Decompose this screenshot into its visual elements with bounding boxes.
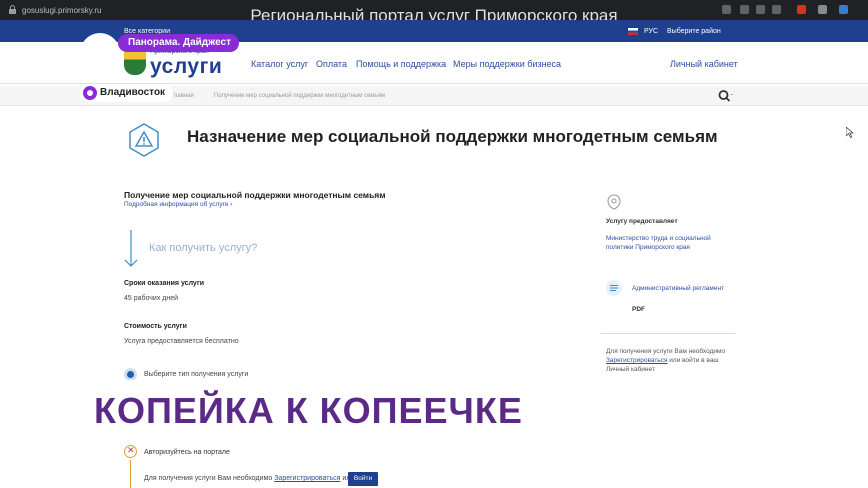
pdf-label[interactable]: PDF [632,306,645,313]
extension-icon[interactable] [722,5,731,14]
step-note: Для получения услуги Вам необходимо Заре… [144,475,354,482]
nav-business-support[interactable]: Меры поддержки бизнеса [453,59,561,69]
reglament-link[interactable]: Административный регламент [632,285,724,292]
sidebar-divider [601,333,735,334]
ministry-emblem-icon [607,194,621,210]
personal-cabinet-link[interactable]: Личный кабинет [670,59,738,69]
channel-logo [80,33,120,73]
extension-icon[interactable] [839,5,848,14]
reg-note-text: Для получения услуги Вам необходимо [606,348,726,355]
cost-label: Стоимость услуги [124,323,187,330]
provider-label: Услугу предоставляет [606,218,678,225]
service-details-link[interactable]: Подробная информация об услуге › [124,201,232,208]
mouse-cursor-icon [846,127,854,138]
extension-icon[interactable] [772,5,781,14]
provider-link[interactable]: Министерство труда и социальной политики… [606,234,726,252]
extension-icon[interactable] [797,5,806,14]
step-auth-label: Авторизуйтесь на портале [144,449,230,456]
extension-icon[interactable] [756,5,765,14]
arrow-down-icon [124,230,138,267]
city-badge: Владивосток [80,84,174,102]
site-logo[interactable]: услуги [150,55,222,79]
language-select[interactable]: РУС [644,28,658,35]
how-to-get-heading: Как получить услугу? [149,242,258,254]
document-icon [606,280,622,296]
service-name: Получение мер социальной поддержки много… [124,190,386,200]
login-button[interactable]: Войти [348,472,378,486]
registration-note: Для получения услуги Вам необходимо Заре… [606,347,732,374]
nav-payment[interactable]: Оплата [316,59,347,69]
step-note-text: Для получения услуги Вам необходимо [144,475,273,482]
extension-icon[interactable] [740,5,749,14]
register-link[interactable]: Зарегистрироваться [606,357,667,364]
warning-shield-icon [129,123,159,157]
city-name: Владивосток [100,87,166,98]
coat-of-arms-icon [124,49,146,75]
page-title: Назначение мер социальной поддержки мног… [187,127,718,146]
search-icon[interactable] [717,88,733,104]
location-pin-icon [83,86,97,100]
term-value: 45 рабочих дней [124,295,179,302]
overlay-slogan: КОПЕЙКА К КОПЕЕЧКЕ [94,390,523,431]
step-error-icon: ✕ [124,445,137,458]
term-label: Сроки оказания услуги [124,280,205,287]
step-connector [130,460,131,488]
breadcrumb-home[interactable]: Главная [171,93,194,99]
region-select[interactable]: Выберите район [667,28,721,35]
browser-title-bar: gosuslugi.primorsky.ru Региональный порт… [0,0,868,25]
choose-type-label: Выберите тип получения услуги [144,371,249,378]
nav-catalog[interactable]: Каталог услуг [251,59,308,69]
extension-icon[interactable] [818,5,827,14]
nav-help[interactable]: Помощь и поддержка [356,59,446,69]
breadcrumb-current: Получение мер социальной поддержки много… [214,93,386,99]
cost-value: Услуга предоставляется бесплатно [124,338,239,345]
program-badge: Панорама. Дайджест [118,34,239,52]
russia-flag-icon [628,28,638,35]
step-register-link[interactable]: Зарегистрироваться [274,475,340,482]
